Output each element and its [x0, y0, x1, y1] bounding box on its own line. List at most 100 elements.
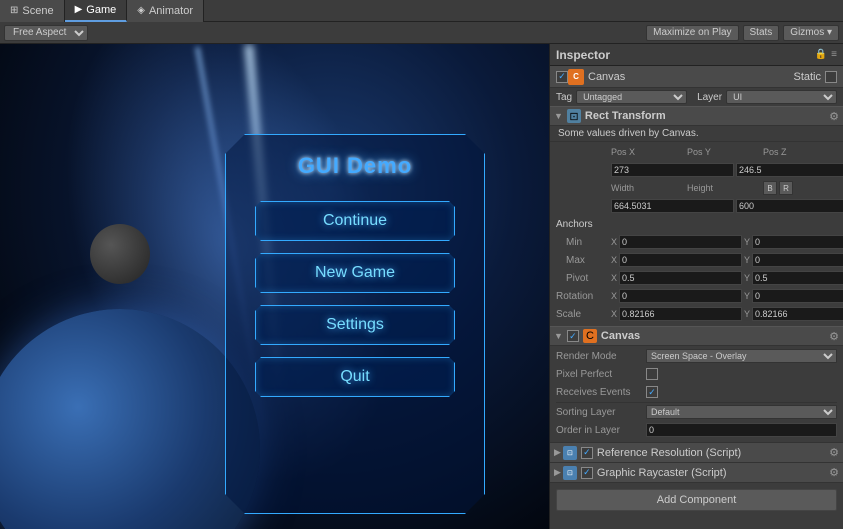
ref-res-icon: ⊡ — [563, 446, 577, 460]
sorting-layer-label: Sorting Layer — [556, 407, 646, 418]
posx-label: Pos X — [611, 147, 635, 157]
anchor-max-x[interactable] — [619, 253, 742, 267]
scripts-section: ▶ ⊡ Reference Resolution (Script) ⚙ ▶ ⊡ … — [550, 442, 843, 483]
canvas-object-icon: C — [568, 69, 584, 85]
stats-btn[interactable]: Stats — [743, 25, 780, 41]
game-toolbar: Free Aspect Maximize on Play Stats Gizmo… — [0, 22, 843, 44]
lock-icon[interactable]: 🔒 — [815, 49, 827, 60]
posz-label: Pos Z — [763, 147, 787, 157]
pivot-x[interactable] — [619, 271, 742, 285]
inspector-header: Inspector 🔒 ≡ — [550, 44, 843, 66]
pos-values-row — [556, 162, 837, 178]
rect-transform-gear[interactable]: ⚙ — [829, 110, 839, 123]
order-in-layer-input[interactable] — [646, 423, 837, 437]
rot-y[interactable] — [752, 289, 843, 303]
game-viewport: GUI Demo Continue New Game Settings Quit — [0, 44, 549, 529]
tab-game[interactable]: ▶ Game — [65, 0, 128, 22]
menu-icon[interactable]: ≡ — [831, 49, 837, 60]
canvas-section-checkbox[interactable] — [567, 330, 579, 342]
canvas-object-row: C Canvas Static — [550, 66, 843, 88]
new-game-btn[interactable]: New Game — [255, 253, 455, 293]
anchor-max-y[interactable] — [752, 253, 843, 267]
scale-label: Scale — [556, 309, 611, 320]
canvas-section-fields: Render Mode Screen Space - Overlay Pixel… — [550, 346, 843, 442]
rect-transform-warning: Some values driven by Canvas. — [550, 126, 843, 142]
reference-resolution-row[interactable]: ▶ ⊡ Reference Resolution (Script) ⚙ — [550, 443, 843, 463]
pos-y-input[interactable] — [736, 163, 843, 177]
canvas-section-icon: C — [583, 329, 597, 343]
static-label: Static — [793, 71, 821, 83]
ref-res-checkbox[interactable] — [581, 447, 593, 459]
rect-transform-section-header[interactable]: ▼ ⊡ Rect Transform ⚙ — [550, 106, 843, 126]
anchor-min-y[interactable] — [752, 235, 843, 249]
graphic-ray-gear[interactable]: ⚙ — [829, 466, 839, 479]
planet-small — [90, 224, 150, 284]
quit-btn[interactable]: Quit — [255, 357, 455, 397]
game-icon: ▶ — [75, 4, 83, 15]
rect-transform-fields: Pos X Pos Y Pos Z — [550, 142, 843, 326]
pivot-row: Pivot X Y — [556, 270, 837, 286]
rect-transform-title: Rect Transform — [585, 110, 829, 122]
tag-layer-row: Tag Untagged Layer UI — [550, 88, 843, 106]
maximize-on-play-btn[interactable]: Maximize on Play — [646, 25, 738, 41]
pos-row: Pos X Pos Y Pos Z — [556, 144, 837, 160]
rot-x[interactable] — [619, 289, 742, 303]
scene-icon: ⊞ — [10, 5, 18, 16]
sorting-layer-select[interactable]: Default — [646, 405, 837, 419]
canvas-divider — [556, 402, 837, 403]
render-mode-label: Render Mode — [556, 351, 646, 362]
layer-select[interactable]: UI — [726, 90, 837, 104]
tab-scene[interactable]: ⊞ Scene — [0, 0, 65, 22]
render-mode-row: Render Mode Screen Space - Overlay — [556, 348, 837, 364]
pixel-perfect-label: Pixel Perfect — [556, 369, 646, 380]
tab-animator[interactable]: ◈ Animator — [127, 0, 204, 22]
aspect-select[interactable]: Free Aspect — [4, 25, 88, 41]
scale-x[interactable] — [619, 307, 742, 321]
height-label: Height — [687, 183, 713, 193]
anchor-max-row: Max X Y — [556, 252, 837, 268]
width-input[interactable] — [611, 199, 734, 213]
anchor-min-label: Min — [556, 237, 611, 248]
graphic-ray-name: Graphic Raycaster (Script) — [597, 467, 829, 479]
anchors-label: Anchors — [556, 219, 611, 230]
animator-icon: ◈ — [137, 5, 145, 16]
graphic-ray-checkbox[interactable] — [581, 467, 593, 479]
b-button[interactable]: B — [763, 181, 777, 195]
rotation-row: Rotation X Y Z — [556, 288, 837, 304]
layer-label: Layer — [697, 92, 722, 103]
ref-res-gear[interactable]: ⚙ — [829, 446, 839, 459]
ref-res-triangle: ▶ — [554, 447, 561, 458]
canvas-section-triangle: ▼ — [554, 331, 563, 341]
pos-x-input[interactable] — [611, 163, 734, 177]
canvas-section-title: Canvas — [601, 330, 829, 342]
continue-btn[interactable]: Continue — [255, 201, 455, 241]
receives-events-checkbox[interactable] — [646, 386, 658, 398]
canvas-section-header[interactable]: ▼ C Canvas ⚙ — [550, 326, 843, 346]
sorting-layer-row: Sorting Layer Default — [556, 404, 837, 420]
gizmos-btn[interactable]: Gizmos ▾ — [783, 25, 839, 41]
tag-label: Tag — [556, 92, 572, 103]
graphic-raycaster-row[interactable]: ▶ ⊡ Graphic Raycaster (Script) ⚙ — [550, 463, 843, 483]
r-button[interactable]: R — [779, 181, 793, 195]
gui-panel: GUI Demo Continue New Game Settings Quit — [225, 134, 485, 514]
pivot-label: Pivot — [556, 273, 611, 284]
order-in-layer-row: Order in Layer — [556, 422, 837, 438]
add-component-section: Add Component — [550, 483, 843, 517]
static-checkbox[interactable] — [825, 71, 837, 83]
canvas-section-gear[interactable]: ⚙ — [829, 330, 839, 343]
top-tab-bar: ⊞ Scene ▶ Game ◈ Animator — [0, 0, 843, 22]
scale-y[interactable] — [752, 307, 843, 321]
canvas-object-name: Canvas — [588, 71, 793, 83]
inspector-title: Inspector — [556, 48, 610, 62]
tag-select[interactable]: Untagged — [576, 90, 687, 104]
pixel-perfect-checkbox[interactable] — [646, 368, 658, 380]
add-component-btn[interactable]: Add Component — [556, 489, 837, 511]
render-mode-select[interactable]: Screen Space - Overlay — [646, 349, 837, 363]
anchor-min-x[interactable] — [619, 235, 742, 249]
settings-btn[interactable]: Settings — [255, 305, 455, 345]
pivot-y[interactable] — [752, 271, 843, 285]
height-input[interactable] — [736, 199, 843, 213]
width-height-values-row — [556, 198, 837, 214]
receives-events-label: Receives Events — [556, 387, 646, 398]
canvas-enabled-checkbox[interactable] — [556, 71, 568, 83]
